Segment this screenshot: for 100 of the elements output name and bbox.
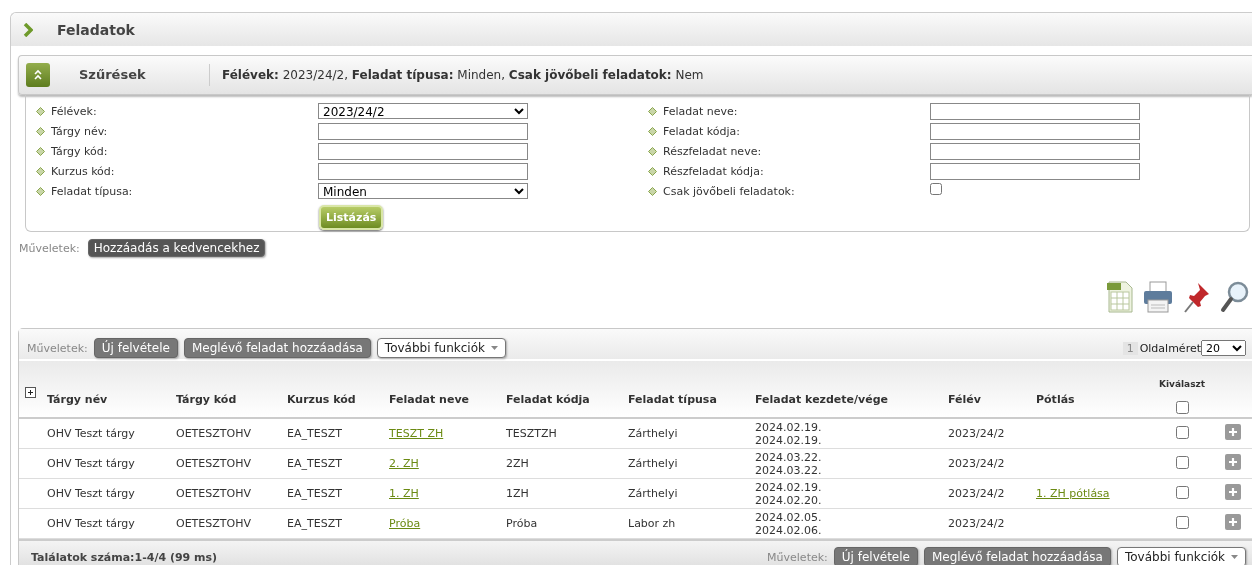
table-cell: EA_TESZT (287, 478, 389, 509)
actions-label: Műveletek: (27, 341, 88, 355)
toolbar-button[interactable]: További funkciók (1116, 547, 1246, 565)
column-header[interactable]: Tárgy név (47, 361, 176, 418)
field-label: Feladat neve: (663, 104, 739, 118)
field-label: Részfeladat kódja: (663, 164, 765, 178)
field-label: Csak jövőbeli feladatok: (663, 184, 796, 198)
table-cell: OETESZTOHV (176, 508, 287, 539)
chevron-icon (23, 22, 33, 37)
field-label: Részfeladat neve: (663, 144, 763, 158)
task-link[interactable]: Próba (389, 517, 421, 530)
end-date: 2024.03.22. (755, 463, 823, 477)
expand-all-icon[interactable] (25, 387, 36, 398)
row-checkbox[interactable] (1175, 455, 1189, 469)
input-field[interactable] (318, 162, 528, 180)
table-cell: 2023/24/2 (948, 478, 1036, 509)
table-cell: OETESZTOHV (176, 448, 287, 479)
table-cell: OHV Teszt tárgy (47, 478, 176, 509)
row-checkbox[interactable] (1175, 485, 1189, 499)
table-cell: OHV Teszt tárgy (47, 418, 176, 449)
table-cell: 2ZH (506, 448, 628, 479)
caret-icon (1231, 555, 1238, 559)
start-date: 2024.02.19. (755, 480, 823, 494)
diamond-bullet-icon (36, 146, 45, 156)
field-label: Félévek: (51, 104, 98, 118)
column-header[interactable]: Feladat kódja (506, 361, 628, 418)
toolbar-button[interactable]: Meglévő feladat hozzáadása (923, 547, 1111, 565)
toolbar-button[interactable]: Új felvétele (93, 338, 178, 358)
end-date: 2024.02.06. (755, 523, 823, 537)
input-field[interactable] (930, 122, 1140, 140)
toolbar-button[interactable]: További funkciók (376, 338, 506, 358)
field-label: Tárgy kód: (51, 144, 109, 158)
toolbar-button[interactable]: Meglévő feladat hozzáadása (183, 338, 371, 358)
input-field[interactable] (930, 162, 1140, 180)
input-field[interactable] (930, 142, 1140, 160)
diamond-bullet-icon (648, 166, 657, 176)
column-header[interactable]: Feladat neve (389, 361, 506, 418)
table-cell: EA_TESZT (287, 448, 389, 479)
input-field[interactable] (930, 102, 1140, 120)
caret-icon (490, 346, 498, 350)
diamond-bullet-icon (648, 186, 657, 196)
filter-summary: Félévek: 2023/24/2, Feladat típusa: Minden, Csak jövőbeli feladatok: Nem (222, 68, 704, 82)
magnifier-icon[interactable] (1220, 280, 1250, 314)
plus-icon[interactable] (1224, 454, 1241, 470)
input-field[interactable] (318, 122, 528, 140)
retake-link[interactable]: 1. ZH pótlása (1036, 487, 1110, 500)
diamond-bullet-icon (36, 186, 45, 196)
table-cell: EA_TESZT (287, 508, 389, 539)
row-checkbox[interactable] (1175, 425, 1189, 439)
actions-label: Műveletek: (767, 550, 828, 564)
toolbar-button[interactable]: Új felvétele (833, 547, 918, 565)
favorites-button[interactable]: Hozzáadás a kedvencekhez (87, 239, 266, 257)
column-header[interactable]: Feladat kezdete/vége (755, 361, 948, 418)
diamond-bullet-icon (36, 126, 45, 136)
task-link[interactable]: 1. ZH (389, 487, 419, 500)
select-header: Kiválaszt (1158, 379, 1206, 389)
start-date: 2024.02.19. (755, 420, 823, 434)
field-label: Tárgy név: (51, 124, 109, 138)
input-field[interactable] (318, 142, 528, 160)
table-cell: 1ZH (506, 478, 628, 509)
select-all-checkbox[interactable] (1175, 401, 1189, 414)
column-header[interactable]: Tárgy kód (176, 361, 287, 418)
task-link[interactable]: TESZT ZH (389, 427, 444, 440)
start-date: 2024.03.22. (755, 450, 823, 464)
plus-icon[interactable] (1224, 424, 1241, 440)
page-title: Feladatok (57, 21, 135, 38)
plus-icon[interactable] (1224, 514, 1241, 530)
spreadsheet-icon[interactable] (1106, 280, 1134, 314)
task-link[interactable]: 2. ZH (389, 457, 419, 470)
page-size-dropdown[interactable]: 20 (1201, 340, 1246, 356)
diamond-bullet-icon (36, 166, 45, 176)
pushpin-icon[interactable] (1182, 280, 1212, 314)
column-header[interactable]: Kurzus kód (287, 361, 389, 418)
page-size-label: Oldalméret (1139, 341, 1201, 355)
table-cell: 2023/24/2 (948, 508, 1036, 539)
column-header[interactable]: Pótlás (1036, 361, 1151, 418)
end-date: 2024.02.20. (755, 493, 823, 507)
table-cell: Zárthelyi (628, 478, 755, 509)
plus-icon[interactable] (1224, 484, 1241, 500)
checkbox[interactable] (930, 183, 942, 195)
table-cell: Zárthelyi (628, 418, 755, 449)
printer-icon[interactable] (1142, 280, 1174, 314)
table-cell: 2023/24/2 (948, 448, 1036, 479)
diamond-bullet-icon (648, 106, 657, 116)
diamond-bullet-icon (648, 126, 657, 136)
row-checkbox[interactable] (1175, 515, 1189, 529)
actions-label: Műveletek: (19, 241, 80, 255)
field-label: Kurzus kód: (51, 164, 116, 178)
column-header[interactable]: Feladat típusa (628, 361, 755, 418)
field-label: Feladat típusa: (51, 184, 134, 198)
dropdown-field[interactable]: Minden (318, 183, 528, 199)
field-label: Feladat kódja: (663, 124, 742, 138)
diamond-bullet-icon (36, 106, 45, 116)
filter-title: Szűrések (50, 64, 210, 86)
collapse-button[interactable] (26, 63, 50, 87)
dropdown-field[interactable]: 2023/24/2 (318, 103, 528, 119)
column-header[interactable]: Félév (948, 361, 1036, 418)
result-count: Találatok száma:1-4/4 (99 ms) (31, 550, 218, 564)
diamond-bullet-icon (648, 146, 657, 156)
table-cell: OHV Teszt tárgy (47, 448, 176, 479)
